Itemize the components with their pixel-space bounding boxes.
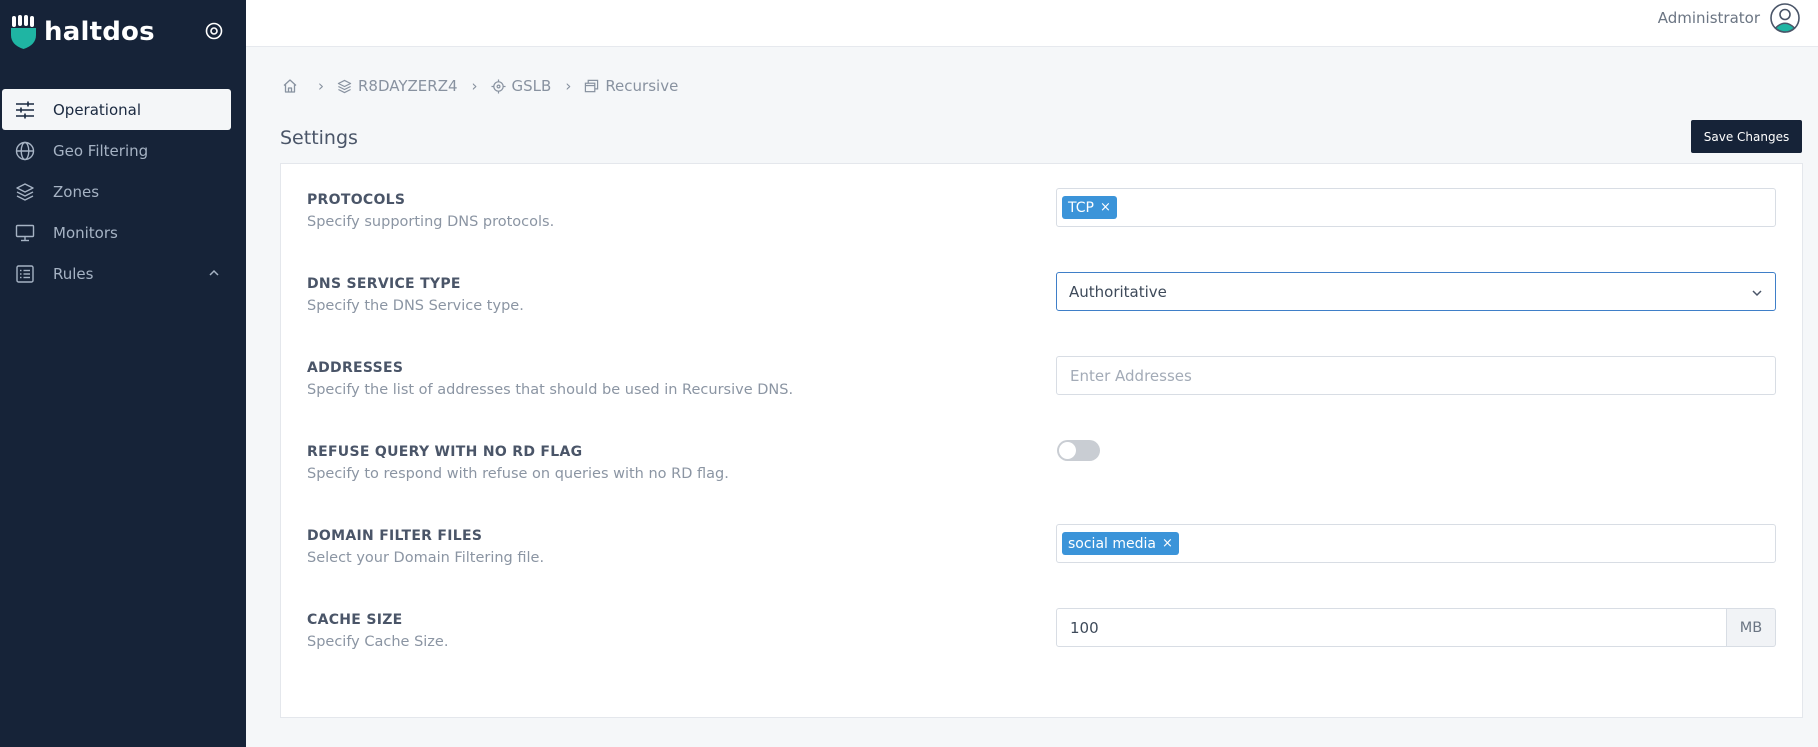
breadcrumb-label: R8DAYZERZ4 [358,77,458,95]
home-icon [283,79,297,93]
domain-filter-label: DOMAIN FILTER FILES [307,528,483,544]
sidebar-item-label: Geo Filtering [53,141,149,160]
cache-size-group: MB [1056,608,1776,647]
haltdos-logo-icon [11,15,36,49]
sidebar-item-geo-filtering[interactable]: Geo Filtering [0,130,246,171]
sidebar-nav: Operational Geo Filtering Zones Monitors… [0,89,246,294]
breadcrumb-home[interactable] [282,78,304,94]
toggle-knob [1059,442,1076,459]
domain-filter-tag: social media × [1062,532,1179,555]
refuse-query-toggle[interactable] [1057,440,1100,461]
protocols-description: Specify supporting DNS protocols. [307,214,555,230]
brand-name: haltdos [44,17,155,47]
domain-filter-tag-input[interactable]: social media × [1056,524,1776,563]
cache-size-label: CACHE SIZE [307,612,403,628]
service-type-value: Authoritative [1069,282,1167,301]
remove-tag-icon[interactable]: × [1100,200,1111,215]
globe-icon [14,140,36,162]
settings-card: PROTOCOLS Specify supporting DNS protoco… [280,163,1803,718]
sidebar-item-label: Zones [53,182,100,201]
addresses-label: ADDRESSES [307,360,404,376]
domain-filter-description: Select your Domain Filtering file. [307,550,545,566]
breadcrumb-label: GSLB [511,77,552,95]
brand-logo[interactable]: haltdos [10,14,155,50]
layers-icon [14,181,36,203]
breadcrumb-item-device[interactable]: R8DAYZERZ4 [337,77,458,95]
addresses-input[interactable] [1056,356,1776,395]
layers-icon [337,79,352,93]
breadcrumb-separator: › [565,77,572,95]
user-name[interactable]: Administrator [1658,8,1760,28]
service-type-label: DNS SERVICE TYPE [307,276,461,292]
monitor-icon [14,222,36,244]
chevron-down-icon [1751,285,1763,303]
breadcrumb-separator: › [318,77,324,95]
breadcrumb-separator: › [471,77,478,95]
service-type-select[interactable]: Authoritative [1056,272,1776,311]
sidebar-item-label: Monitors [53,223,118,242]
sidebar-item-zones[interactable]: Zones [0,171,246,212]
sidebar-item-label: Rules [53,264,94,283]
cache-size-input[interactable] [1056,608,1727,647]
cache-size-unit: MB [1727,608,1776,647]
topbar: Administrator [246,0,1818,47]
protocols-tag-input[interactable]: TCP × [1056,188,1776,227]
page-title: Settings [280,127,358,149]
breadcrumb-item-gslb[interactable]: GSLB [490,77,552,95]
save-changes-button[interactable]: Save Changes [1691,120,1802,153]
refuse-query-label: REFUSE QUERY WITH NO RD FLAG [307,444,583,460]
sidebar-item-operational[interactable]: Operational [2,89,231,130]
sidebar: haltdos Operational Geo Filtering Zones [0,0,246,747]
remove-tag-icon[interactable]: × [1162,536,1173,551]
breadcrumb-item-recursive[interactable]: Recursive [584,77,678,95]
sidebar-item-monitors[interactable]: Monitors [0,212,246,253]
tag-label: TCP [1068,199,1094,216]
breadcrumb: › R8DAYZERZ4 › GSLB › Recursive [282,76,678,96]
service-type-description: Specify the DNS Service type. [307,298,524,314]
sidebar-toggle-icon[interactable] [203,20,225,42]
breadcrumb-label: Recursive [605,77,679,95]
tag-label: social media [1068,535,1156,552]
cache-size-description: Specify Cache Size. [307,634,449,650]
list-icon [14,263,36,285]
crosshair-icon [490,78,506,94]
protocols-label: PROTOCOLS [307,192,406,208]
sliders-icon [14,99,36,121]
addresses-description: Specify the list of addresses that shoul… [307,382,794,398]
refuse-query-description: Specify to respond with refuse on querie… [307,466,729,482]
protocol-tag: TCP × [1062,196,1117,219]
sidebar-item-label: Operational [53,100,142,119]
sidebar-item-rules[interactable]: Rules [0,253,246,294]
windows-icon [585,79,599,92]
chevron-up-icon[interactable] [206,265,222,281]
user-avatar-icon[interactable] [1770,3,1800,33]
